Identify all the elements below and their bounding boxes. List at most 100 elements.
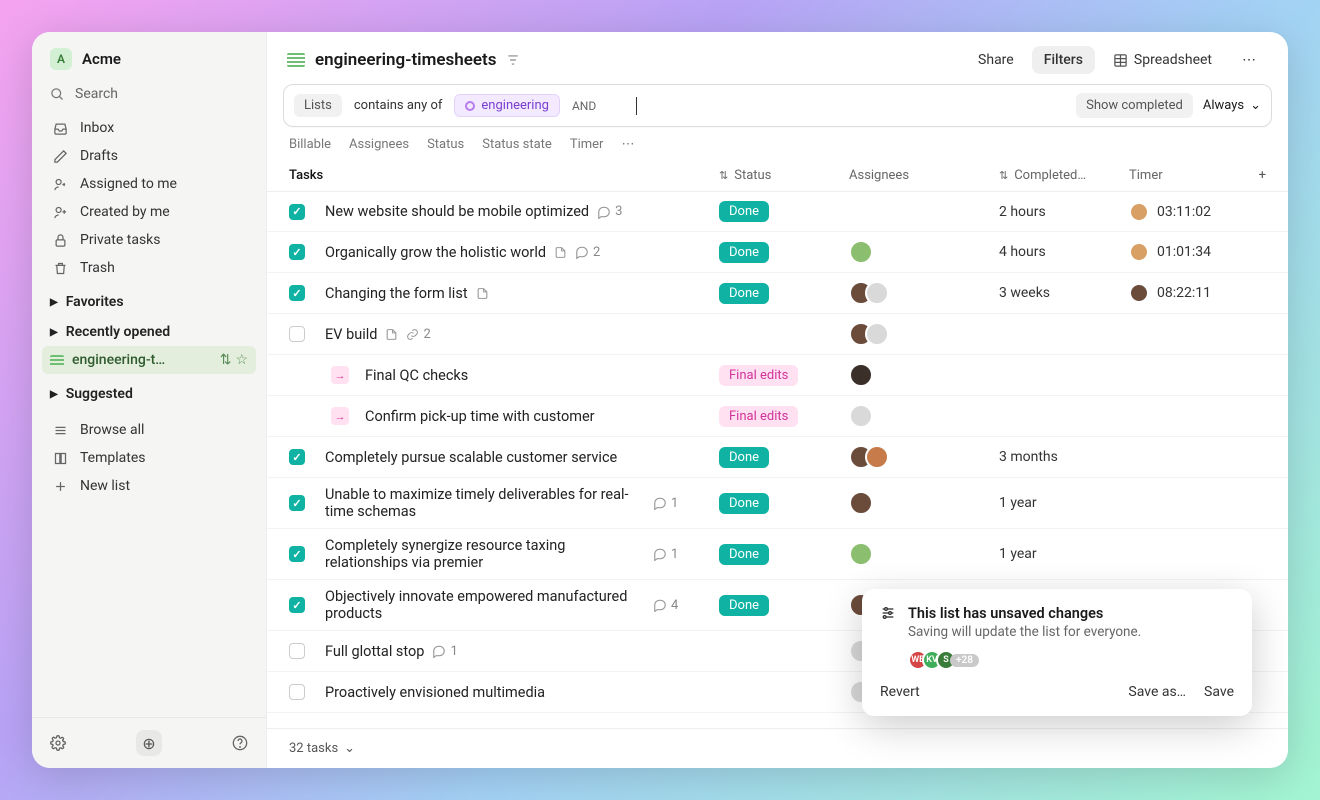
nav-item-created-by-me[interactable]: Created by me: [42, 198, 256, 226]
status-cell[interactable]: Done: [719, 447, 849, 468]
doc-icon[interactable]: [385, 328, 398, 341]
status-cell[interactable]: Done: [719, 201, 849, 222]
nav-item-inbox[interactable]: Inbox: [42, 114, 256, 142]
caret-right-icon: ▶: [50, 297, 58, 308]
status-cell[interactable]: Done: [719, 493, 849, 514]
doc-icon[interactable]: [476, 287, 489, 300]
filter-operator[interactable]: contains any of: [348, 94, 449, 117]
assignees-cell[interactable]: [849, 240, 999, 264]
nav-item-new-list[interactable]: New list: [42, 472, 256, 500]
save-as-button[interactable]: Save as…: [1128, 684, 1186, 700]
filter-bar[interactable]: Lists contains any of engineering AND Sh…: [283, 84, 1272, 127]
assignees-cell[interactable]: [849, 542, 999, 566]
filter-field[interactable]: Lists: [294, 94, 342, 117]
chevron-down-icon[interactable]: ⌄: [344, 741, 355, 756]
task-checkbox[interactable]: [289, 495, 305, 511]
table-row[interactable]: Unable to maximize timely deliverables f…: [267, 478, 1288, 529]
more-icon[interactable]: ⋯: [1230, 46, 1268, 74]
new-icon[interactable]: ⊕: [136, 730, 162, 756]
workspace-switcher[interactable]: A Acme: [32, 32, 266, 80]
col-tasks[interactable]: Tasks: [289, 168, 719, 183]
col-timer[interactable]: Timer: [1129, 168, 1239, 183]
comments-count[interactable]: 3: [597, 204, 622, 219]
show-completed-toggle[interactable]: Show completed: [1076, 93, 1193, 118]
nav-item-private-tasks[interactable]: Private tasks: [42, 226, 256, 254]
status-cell[interactable]: Done: [719, 544, 849, 565]
col-assignees[interactable]: Assignees: [849, 168, 999, 183]
spreadsheet-button[interactable]: Spreadsheet: [1101, 46, 1224, 74]
status-cell[interactable]: Done: [719, 283, 849, 304]
search-input[interactable]: Search: [32, 80, 266, 112]
doc-icon[interactable]: [554, 246, 567, 259]
section-recent[interactable]: ▶ Recently opened: [32, 314, 266, 344]
table-row[interactable]: EV build 2: [267, 314, 1288, 355]
subfilter-status-state[interactable]: Status state: [482, 137, 552, 152]
assignees-cell[interactable]: [849, 491, 999, 515]
section-suggested[interactable]: ▶ Suggested: [32, 376, 266, 406]
nav-item-trash[interactable]: Trash: [42, 254, 256, 282]
status-cell[interactable]: Done: [719, 595, 849, 616]
add-column-button[interactable]: +: [1259, 168, 1266, 183]
comments-count[interactable]: 1: [653, 547, 678, 562]
table-row[interactable]: →Final QC checksFinal edits: [267, 355, 1288, 396]
task-title: Changing the form list: [325, 285, 468, 302]
settings-icon[interactable]: [50, 735, 66, 751]
comments-count[interactable]: 4: [653, 598, 678, 613]
assignees-cell[interactable]: [849, 404, 999, 428]
task-count[interactable]: 32 tasks: [289, 741, 338, 756]
subfilter-billable[interactable]: Billable: [289, 137, 331, 152]
table-row[interactable]: New website should be mobile optimized 3…: [267, 192, 1288, 232]
sidebar-current-list[interactable]: engineering-t… ⇅ ☆: [42, 346, 256, 374]
status-cell[interactable]: Done: [719, 242, 849, 263]
assignees-cell[interactable]: [849, 281, 999, 305]
nav-item-assigned-to-me[interactable]: Assigned to me: [42, 170, 256, 198]
more-icon[interactable]: ⋯: [621, 137, 634, 152]
share-button[interactable]: Share: [966, 46, 1026, 74]
subfilter-timer[interactable]: Timer: [570, 137, 604, 152]
filter-icon[interactable]: ⇅: [220, 352, 232, 368]
task-title: Completely synergize resource taxing rel…: [325, 537, 645, 571]
nav-item-templates[interactable]: Templates: [42, 444, 256, 472]
table-row[interactable]: Organically grow the holistic world 2Don…: [267, 232, 1288, 273]
nav-item-browse-all[interactable]: Browse all: [42, 416, 256, 444]
task-checkbox[interactable]: [289, 643, 305, 659]
table-row[interactable]: →Confirm pick-up time with customerFinal…: [267, 396, 1288, 437]
table-row[interactable]: Completely synergize resource taxing rel…: [267, 529, 1288, 580]
list-icon: [50, 355, 64, 366]
save-button[interactable]: Save: [1204, 684, 1234, 700]
assignees-cell[interactable]: [849, 363, 999, 387]
subfilter-assignees[interactable]: Assignees: [349, 137, 409, 152]
task-checkbox[interactable]: [289, 326, 305, 342]
comments-count[interactable]: 2: [575, 245, 600, 260]
book-icon: [52, 451, 68, 466]
always-dropdown[interactable]: Always ⌄: [1203, 98, 1261, 113]
table-row[interactable]: Changing the form listDone3 weeks08:22:1…: [267, 273, 1288, 314]
filter-tag[interactable]: engineering: [454, 94, 560, 117]
task-checkbox[interactable]: [289, 684, 305, 700]
table-row[interactable]: Completely pursue scalable customer serv…: [267, 437, 1288, 478]
star-icon[interactable]: ☆: [235, 352, 248, 368]
comments-count[interactable]: 1: [653, 496, 678, 511]
assignees-cell[interactable]: [849, 445, 999, 469]
col-completed[interactable]: ⇅ Completed…: [999, 168, 1129, 183]
status-cell[interactable]: Final edits: [719, 365, 849, 386]
filter-icon[interactable]: [506, 53, 520, 67]
task-checkbox[interactable]: [289, 449, 305, 465]
comments-count[interactable]: 1: [432, 644, 457, 659]
task-checkbox[interactable]: [289, 204, 305, 220]
nav-item-drafts[interactable]: Drafts: [42, 142, 256, 170]
sublinks-count[interactable]: 2: [406, 327, 430, 342]
task-checkbox[interactable]: [289, 244, 305, 260]
task-checkbox[interactable]: [289, 285, 305, 301]
subfilter-status[interactable]: Status: [427, 137, 464, 152]
help-icon[interactable]: [232, 735, 248, 751]
section-favorites[interactable]: ▶ Favorites: [32, 284, 266, 314]
assignees-cell[interactable]: [849, 322, 999, 346]
revert-button[interactable]: Revert: [880, 684, 920, 700]
filters-button[interactable]: Filters: [1032, 46, 1095, 74]
completed-cell: 1 year: [999, 495, 1129, 511]
task-checkbox[interactable]: [289, 597, 305, 613]
task-checkbox[interactable]: [289, 546, 305, 562]
col-status[interactable]: ⇅ Status: [719, 168, 849, 183]
status-cell[interactable]: Final edits: [719, 406, 849, 427]
